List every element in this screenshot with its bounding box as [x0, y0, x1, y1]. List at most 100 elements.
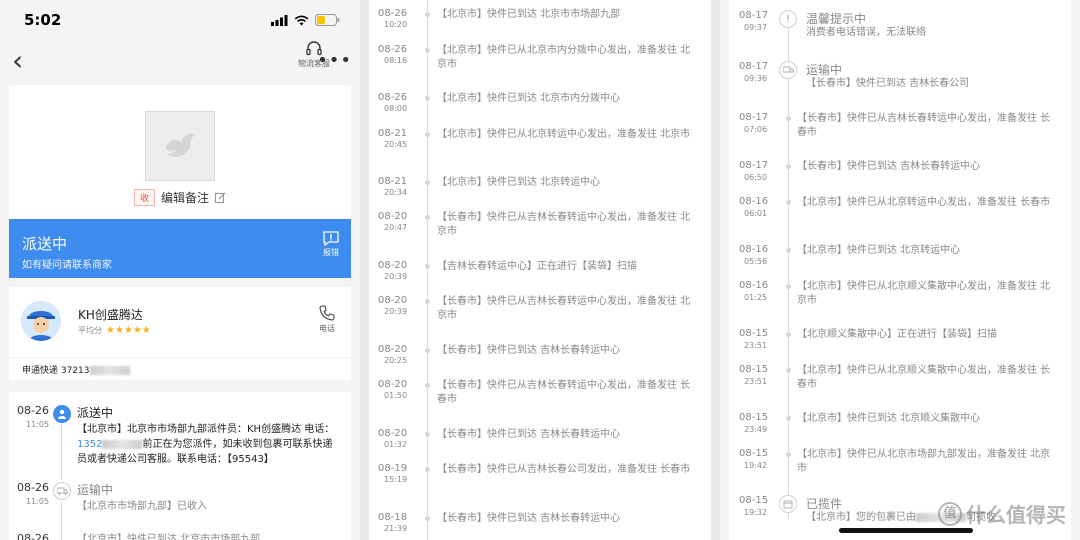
- row-time: 23:51: [744, 377, 768, 386]
- tracking-prefix: 申通快递 37213: [22, 366, 90, 376]
- home-indicator: [839, 528, 973, 533]
- timeline-dot: [425, 467, 430, 472]
- status-icons: [271, 14, 340, 26]
- row-time: 05:56: [744, 257, 768, 266]
- row-time: 08:00: [384, 104, 408, 113]
- phone-screen-timeline-middle: 08-26 10:20 【北京市】快件已到达 北京市市场部九部 08-26 08:16 【…: [369, 0, 711, 540]
- row-time: 01:50: [384, 391, 408, 400]
- tracking-number[interactable]: 申通快递 37213: [9, 357, 351, 380]
- row-date: 08-16: [739, 280, 769, 291]
- row-date: 08-26: [378, 44, 408, 55]
- row-time: 01:25: [744, 293, 768, 302]
- row-time: 21:39: [384, 524, 408, 533]
- timeline-line: [427, 0, 428, 540]
- timeline-dot: [425, 383, 430, 388]
- rating-stars: ★★★★★: [106, 325, 151, 336]
- watermark-text: 什么值得买: [966, 503, 1066, 527]
- redacted-number: [89, 366, 130, 375]
- more-options-button[interactable]: •••: [317, 50, 352, 71]
- phone-label: 电话: [319, 324, 335, 333]
- row-text: 【长春市】快件已从吉林长春转运中心发出，准备发往 长春市: [797, 113, 1051, 138]
- timeline-dot: [425, 348, 430, 353]
- courier-avatar-icon: [21, 301, 61, 341]
- timeline-dot: [425, 12, 430, 17]
- row-time: 23:49: [744, 425, 768, 434]
- row-date: 08-17: [739, 10, 769, 21]
- row-text: 【长春市】快件已从吉林长春转运中心发出，准备发往 北京市: [437, 296, 691, 321]
- event-body: 【北京市市场部九部】已收入: [77, 501, 207, 512]
- edit-note-row[interactable]: 收 编辑备注: [9, 189, 351, 206]
- timeline-dot: [425, 215, 430, 220]
- timeline-dot: [786, 164, 791, 169]
- phone-screen-timeline-right: 08-17 09:37! 温馨提示中 消费者电话错误，无法联络 08-17 09:36 运输…: [720, 0, 1080, 540]
- row-date: 08-20: [378, 379, 408, 390]
- truck-icon: [779, 61, 797, 79]
- report-label: 报错: [323, 248, 339, 257]
- phone-screen-detail: 5:02 ‹ 物流客服 ••• 收 编辑备注 派送中 如有疑问请联系商家 报错 …: [0, 0, 360, 540]
- row-text: 【长春市】快件已到达 吉林长春转运中心: [437, 513, 621, 524]
- row-text: 【北京市】快件已到达 北京转运中心: [437, 177, 601, 188]
- row-date: 08-20: [378, 260, 408, 271]
- row-time: 10:20: [384, 20, 408, 29]
- row-text-main: 消费者电话错误，无法联络: [806, 27, 926, 38]
- row-text: 【长春市】快件已到达 吉林长春转运中心: [437, 429, 621, 440]
- report-icon: [323, 231, 339, 247]
- row-date: 08-21: [378, 176, 408, 187]
- row-date: 08-20: [378, 344, 408, 355]
- timeline-dot: [425, 48, 430, 53]
- row-date: 08-15: [739, 412, 769, 423]
- row-time: 01:32: [384, 440, 408, 449]
- row-time: 06:50: [744, 173, 768, 182]
- back-button[interactable]: ‹: [12, 47, 42, 75]
- row-date: 08-17: [739, 61, 769, 72]
- watermark: 值 什么值得买: [938, 499, 1066, 528]
- row-title: 运输中: [806, 63, 843, 77]
- timeline-dot: [786, 416, 791, 421]
- delivery-status-title: 派送中: [22, 235, 68, 253]
- timeline-dot: [425, 432, 430, 437]
- row-time: 07:06: [744, 125, 768, 134]
- timeline-dot: [425, 132, 430, 137]
- event-time: 11:05: [26, 420, 50, 429]
- row-date: 08-20: [378, 295, 408, 306]
- courier-avatar: [21, 301, 61, 341]
- row-text-main: 【长春市】快件已到达 吉林长春公司: [806, 78, 970, 89]
- row-time: 08:16: [384, 56, 408, 65]
- courier-card: KH创盛腾达 平均分 ★★★★★ 电话 申通快递 37213: [9, 287, 351, 380]
- report-error-button[interactable]: 报错: [323, 231, 339, 258]
- row-text: 【吉林长春转运中心】正在进行【装袋】扫描: [437, 261, 637, 272]
- timeline-dot: [786, 332, 791, 337]
- event-body-part1: 【北京市】北京市市场部九部派件员：KH创盛腾达 电话：: [77, 424, 335, 435]
- row-text: 【北京市】快件已到达 北京转运中心: [797, 245, 961, 256]
- row-text: 【北京市】快件已从北京转运中心发出，准备发往 长春市: [797, 197, 1051, 208]
- package-icon: [779, 495, 797, 513]
- row-date: 08-17: [739, 112, 769, 123]
- courier-phone-link[interactable]: 1352: [77, 439, 102, 450]
- row-date: 08-16: [739, 244, 769, 255]
- phone-icon: [319, 305, 335, 321]
- watermark-logo: 值: [938, 501, 962, 526]
- shop-logo-placeholder: [145, 111, 215, 181]
- row-time: 20:47: [384, 223, 408, 232]
- row-time: 19:32: [744, 508, 768, 517]
- row-time: 23:51: [744, 341, 768, 350]
- event-title: 派送中: [77, 406, 114, 420]
- timeline-dot: [786, 284, 791, 289]
- call-courier-button[interactable]: 电话: [319, 305, 335, 334]
- row-date: 08-15: [739, 448, 769, 459]
- row-date: 08-15: [739, 364, 769, 375]
- timeline-line: [788, 20, 789, 520]
- row-date: 08-15: [739, 328, 769, 339]
- row-text: 消费者电话错误，无法联络: [806, 26, 1068, 40]
- event-date: 08-26: [17, 481, 49, 494]
- edit-note-label: 编辑备注: [161, 191, 210, 205]
- nav-bar: ‹ 物流客服 •••: [0, 40, 360, 82]
- row-title: 已揽件: [806, 497, 843, 511]
- row-time: 20:25: [384, 356, 408, 365]
- row-date: 08-16: [739, 196, 769, 207]
- row-time: 20:39: [384, 307, 408, 316]
- timeline-right-card: 08-17 09:37! 温馨提示中 消费者电话错误，无法联络 08-17 09:36 运输…: [729, 0, 1071, 540]
- timeline-dot: [425, 96, 430, 101]
- row-date: 08-18: [378, 512, 408, 523]
- row-text: 【长春市】快件已从吉林长春转运中心发出，准备发往 长春市: [437, 380, 691, 405]
